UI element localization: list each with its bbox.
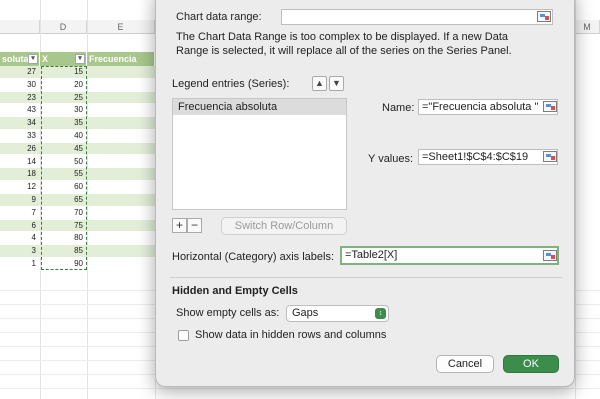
table-cell-frecuencia-absoluta[interactable]: 1	[0, 258, 40, 270]
column-header-d[interactable]: D	[40, 20, 87, 34]
table-cell-frecuencia-absoluta[interactable]: 9	[0, 194, 40, 206]
range-picker-icon[interactable]	[543, 250, 557, 261]
table-cell-frecuencia-absoluta[interactable]: 43	[0, 104, 40, 116]
show-empty-cells-value: Gaps	[292, 307, 319, 319]
hidden-empty-cells-heading: Hidden and Empty Cells	[172, 285, 298, 297]
table-cell-frecuencia-absoluta[interactable]: 27	[0, 66, 40, 78]
add-series-button[interactable]: +	[172, 218, 187, 233]
show-empty-cells-select[interactable]: Gaps ↕	[286, 305, 389, 322]
switch-row-column-button[interactable]: Switch Row/Column	[221, 217, 347, 235]
column-header-c[interactable]	[0, 20, 40, 34]
remove-series-button[interactable]: −	[187, 218, 202, 233]
horizontal-axis-labels-label: Horizontal (Category) axis labels:	[172, 251, 335, 263]
table-cell-frecuencia-absoluta[interactable]: 30	[0, 79, 40, 91]
chart-range-info-text: The Chart Data Range is too complex to b…	[176, 31, 512, 57]
series-name-label: Name:	[382, 102, 415, 114]
show-hidden-data-checkbox[interactable]	[178, 330, 189, 341]
table-cell-frecuencia-absoluta[interactable]: 23	[0, 92, 40, 104]
copy-selection-marquee	[41, 66, 87, 270]
table-header-frecuencia-acumulada[interactable]: Frecuencia acum	[87, 52, 155, 78]
table-header-x[interactable]: X ▾	[40, 52, 87, 66]
series-name-input[interactable]: ="Frecuencia absoluta "	[418, 99, 558, 115]
table-cell-frecuencia-absoluta[interactable]: 4	[0, 232, 40, 244]
show-empty-cells-label: Show empty cells as:	[176, 307, 280, 319]
y-values-input[interactable]: =Sheet1!$C$4:$C$19	[418, 149, 558, 165]
filter-dropdown-icon[interactable]: ▾	[75, 54, 85, 64]
table-cell-frecuencia-absoluta[interactable]: 26	[0, 143, 40, 155]
table-cell-frecuencia-absoluta[interactable]: 12	[0, 181, 40, 193]
table-header-frecuencia-absoluta[interactable]: soluta ▾	[0, 52, 40, 66]
show-hidden-data-label: Show data in hidden rows and columns	[195, 329, 387, 341]
y-values-label: Y values:	[368, 153, 414, 165]
table-cell-frecuencia-absoluta[interactable]: 34	[0, 117, 40, 129]
legend-entries-label: Legend entries (Series):	[172, 78, 290, 90]
column-header-e[interactable]: E	[87, 20, 155, 34]
range-picker-icon[interactable]	[543, 101, 557, 112]
table-cell-frecuencia-absoluta[interactable]: 18	[0, 168, 40, 180]
move-series-up-button[interactable]: ▲	[312, 76, 327, 91]
ok-button[interactable]: OK	[503, 355, 559, 373]
chart-data-range-input[interactable]	[281, 9, 553, 25]
table-header-label: X	[42, 54, 49, 64]
table-cell-frecuencia-absoluta[interactable]: 3	[0, 245, 40, 257]
table-cell-frecuencia-absoluta[interactable]: 6	[0, 220, 40, 232]
chart-data-range-label: Chart data range:	[176, 11, 262, 23]
range-picker-icon[interactable]	[543, 151, 557, 162]
table-cell-frecuencia-absoluta[interactable]: 33	[0, 130, 40, 142]
range-picker-icon[interactable]	[537, 11, 551, 22]
select-data-source-dialog: Chart data range: The Chart Data Range i…	[155, 0, 575, 387]
series-list[interactable]: Frecuencia absoluta	[172, 98, 347, 210]
section-divider	[170, 277, 562, 278]
move-series-down-button[interactable]: ▼	[329, 76, 344, 91]
cancel-button[interactable]: Cancel	[436, 355, 494, 373]
horizontal-axis-labels-input[interactable]: =Table2[X]	[340, 246, 559, 265]
filter-dropdown-icon[interactable]: ▾	[28, 54, 38, 64]
series-list-item[interactable]: Frecuencia absoluta	[173, 99, 346, 115]
table-header-label: soluta	[2, 54, 29, 64]
table-cell-frecuencia-absoluta[interactable]: 14	[0, 156, 40, 168]
select-stepper-icon: ↕	[375, 308, 386, 319]
column-header-m[interactable]: M	[575, 20, 600, 34]
table-cell-frecuencia-absoluta[interactable]: 7	[0, 207, 40, 219]
